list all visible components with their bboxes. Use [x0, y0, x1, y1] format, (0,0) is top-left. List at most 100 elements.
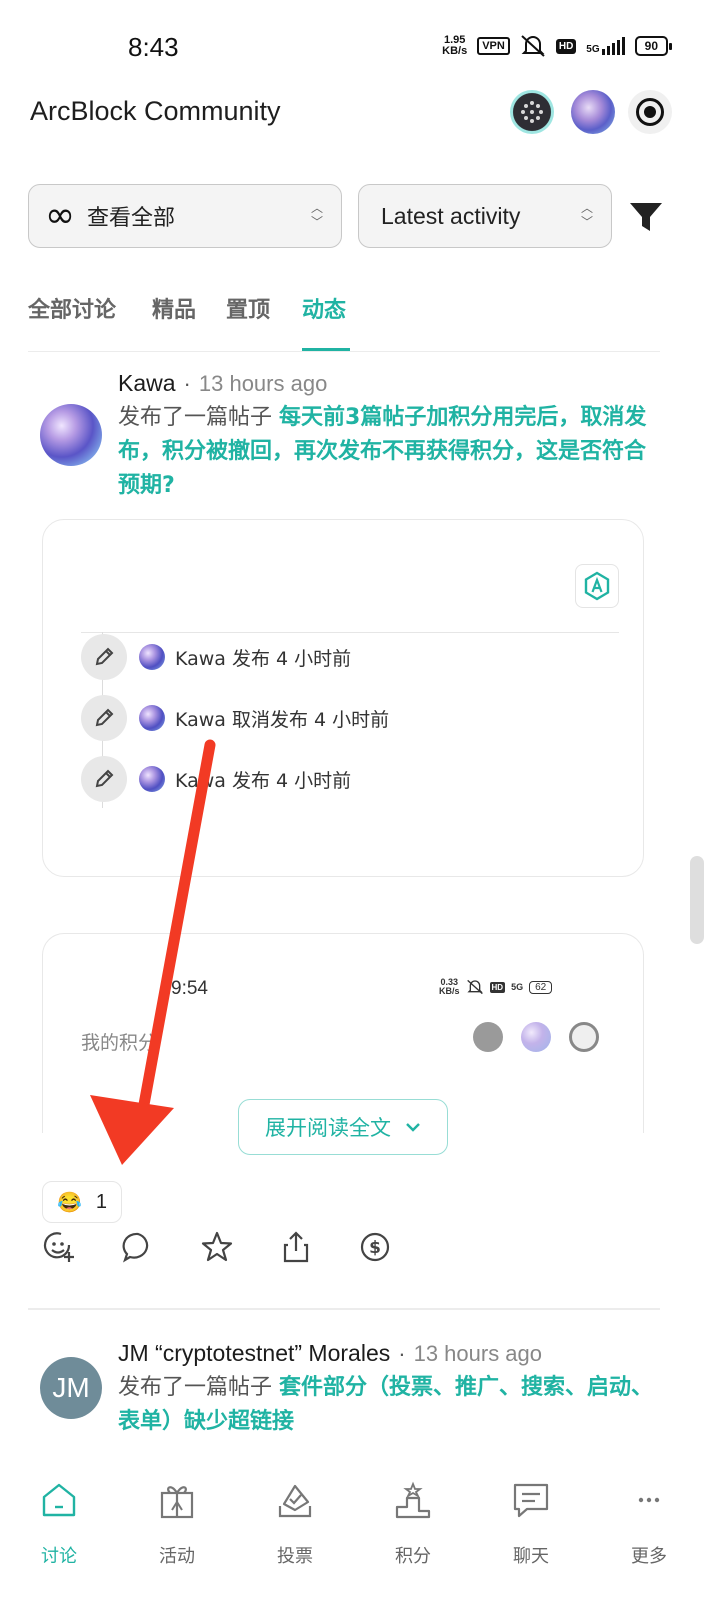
nav-activities[interactable]: 活动 [118, 1480, 236, 1580]
updown-chevron-icon: ︿ ﹀ [580, 201, 593, 229]
history-action: 发布 4 小时前 [232, 648, 352, 670]
updown-chevron-icon: ︿ ﹀ [310, 201, 323, 229]
post-action: 发布了一篇帖子 [118, 1375, 273, 1400]
chevron-down-icon [406, 1123, 420, 1132]
arcblock-logo-icon [473, 1022, 503, 1052]
nav-points[interactable]: 积分 [354, 1480, 472, 1580]
net-speed-unit: KB/s [442, 45, 468, 57]
vpn-icon: VPN [477, 37, 510, 55]
embedded-status-icons: 0.33 KB/s HD 5G 62 [439, 978, 553, 996]
author-name[interactable]: Kawa [118, 370, 176, 396]
star-icon[interactable] [200, 1230, 234, 1264]
tab-featured[interactable]: 精品 [152, 292, 196, 324]
history-item: Kawa 取消发布 4 小时前 [81, 695, 601, 741]
tab-activity[interactable]: 动态 [302, 292, 346, 324]
mute-bell-icon [466, 979, 483, 995]
net-speed: 1.95 KB/s [442, 35, 467, 57]
network-type: 5G [511, 981, 524, 992]
laughing-emoji-icon: 😂 [56, 1191, 82, 1214]
history-text: Kawa 发布 4 小时前 [175, 644, 351, 671]
reaction-chip[interactable]: 😂 1 [42, 1181, 122, 1223]
app-header: ArcBlock Community [30, 90, 690, 140]
signal-icon: 5G [586, 37, 625, 55]
history-text: Kawa 发布 4 小时前 [175, 766, 351, 793]
filter-icon[interactable] [628, 200, 664, 234]
nav-label: 活动 [159, 1546, 195, 1567]
history-user: Kawa [175, 709, 226, 731]
filter-row: ∞ 查看全部 ︿ ﹀ Latest activity ︿ ﹀ [28, 184, 668, 248]
nav-label: 投票 [277, 1546, 313, 1567]
avatar [139, 644, 165, 670]
app-title: ArcBlock Community [30, 96, 281, 126]
post-author-line: Kawa · 13 hours ago [118, 370, 327, 397]
history-user: Kawa [175, 770, 226, 792]
comment-icon[interactable] [121, 1230, 155, 1264]
separator: · [183, 371, 191, 396]
post-history-card: Kawa 发布 4 小时前 Kawa 取消发布 4 小时前 Kawa 发布 4 … [42, 519, 644, 877]
infinity-icon: ∞ [45, 195, 75, 236]
tip-dollar-icon[interactable]: $ [358, 1230, 392, 1264]
avatar[interactable]: JM [40, 1357, 102, 1419]
status-time: 8:43 [128, 32, 179, 62]
tab-pinned[interactable]: 置顶 [226, 292, 270, 324]
history-item: Kawa 发布 4 小时前 [81, 634, 601, 680]
battery-icon: 62 [529, 980, 553, 994]
scope-select-label: 查看全部 [87, 206, 176, 231]
status-icons: 1.95 KB/s VPN HD 5G 90 [442, 34, 673, 58]
history-text: Kawa 取消发布 4 小时前 [175, 705, 389, 732]
post-actions: $ [42, 1230, 402, 1266]
post-summary: 发布了一篇帖子 每天前3篇帖子加积分用完后，取消发布，积分被撤回，再次发布不再获… [118, 401, 658, 503]
history-item: Kawa 发布 4 小时前 [81, 756, 601, 802]
nav-label: 积分 [395, 1546, 431, 1567]
embedded-net-speed: 0.33 KB/s [439, 978, 460, 996]
nav-discussions[interactable]: 讨论 [0, 1480, 118, 1580]
reaction-count: 1 [95, 1190, 108, 1213]
nav-more[interactable]: 更多 [590, 1480, 708, 1580]
home-icon [42, 1483, 76, 1517]
history-action: 取消发布 4 小时前 [232, 709, 390, 731]
pencil-icon [81, 756, 127, 802]
user-avatar[interactable] [571, 90, 615, 134]
expand-full-text-button[interactable]: 展开阅读全文 [238, 1099, 448, 1155]
nav-label: 聊天 [513, 1546, 549, 1567]
embedded-page-title: 我的积分 [81, 1032, 158, 1054]
hd-icon: HD [489, 981, 506, 993]
vote-icon [278, 1484, 312, 1518]
expand-label: 展开阅读全文 [265, 1116, 391, 1140]
nav-chat[interactable]: 聊天 [472, 1480, 590, 1580]
share-icon[interactable] [279, 1230, 313, 1264]
active-tab-indicator [302, 348, 350, 351]
record-icon [569, 1022, 599, 1052]
dots-grid-icon [521, 101, 543, 123]
tab-all-discussions[interactable]: 全部讨论 [28, 292, 116, 324]
nav-label: 讨论 [41, 1546, 77, 1567]
battery-icon: 90 [634, 36, 673, 56]
status-bar: 8:43 1.95 KB/s VPN HD 5G 90 [0, 0, 720, 90]
sort-select-label: Latest activity [381, 202, 521, 229]
divider [28, 1308, 660, 1310]
avatar [139, 766, 165, 792]
embedded-net-speed-unit: KB/s [439, 986, 460, 996]
post-author-line: JM “cryptotestnet” Morales · 13 hours ago [118, 1340, 542, 1367]
more-icon [638, 1497, 660, 1503]
bottom-nav: 讨论 活动 投票 积分 聊天 更多 [0, 1470, 720, 1600]
nav-votes[interactable]: 投票 [236, 1480, 354, 1580]
pencil-icon [81, 634, 127, 680]
avatar[interactable] [40, 404, 102, 466]
author-name[interactable]: JM “cryptotestnet” Morales [118, 1340, 390, 1366]
hd-icon: HD [555, 38, 577, 54]
tabs: 全部讨论 精品 置顶 动态 [28, 290, 660, 352]
post-summary: 发布了一篇帖子 套件部分（投票、推广、搜索、启动、表单）缺少超链接 [118, 1371, 658, 1439]
nav-label: 更多 [631, 1546, 667, 1567]
record-icon[interactable] [628, 90, 672, 134]
sort-select[interactable]: Latest activity ︿ ﹀ [358, 184, 612, 248]
embedded-status-time: 9:54 [171, 978, 208, 999]
arcblock-logo-icon[interactable] [510, 90, 554, 134]
scrollbar-thumb[interactable] [690, 856, 704, 944]
mute-bell-icon [521, 35, 545, 57]
scope-select[interactable]: ∞ 查看全部 ︿ ﹀ [28, 184, 342, 248]
history-action: 发布 4 小时前 [232, 770, 352, 792]
add-reaction-icon[interactable] [42, 1230, 76, 1264]
chat-icon [513, 1483, 549, 1518]
gift-icon [160, 1486, 194, 1519]
